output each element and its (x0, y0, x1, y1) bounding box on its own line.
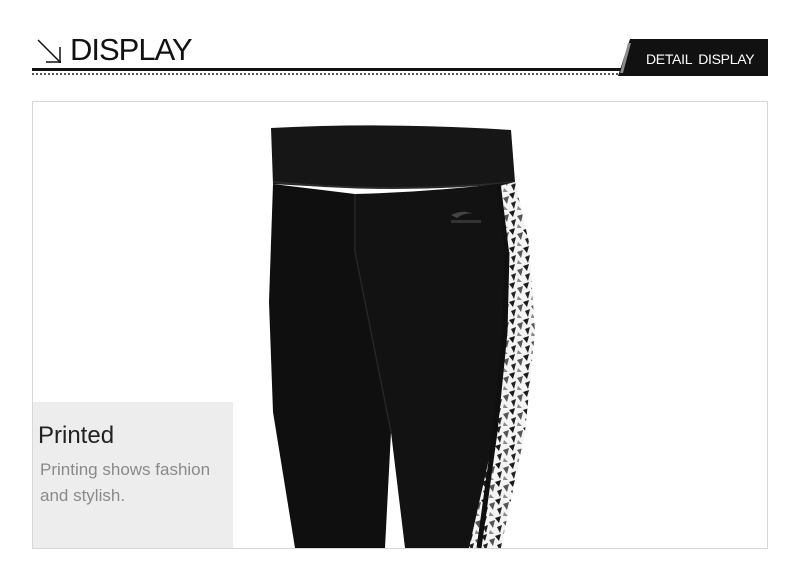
header-dotted-divider (32, 73, 618, 75)
feature-title: Printed (38, 422, 115, 449)
section-title: DISPLAY (70, 32, 193, 67)
feature-description-line: and stylish. (40, 486, 126, 505)
feature-description: Printing shows fashion and stylish. (40, 457, 240, 509)
section-header: DISPLAY DETAIL DISPLAY (0, 0, 800, 90)
diagonal-arrow-icon (37, 39, 61, 63)
detail-display-label: DETAIL DISPLAY (646, 51, 755, 67)
feature-description-line: Printing shows fashion (40, 460, 211, 479)
feature-callout: Printed Printing shows fashion and styli… (33, 402, 233, 548)
detail-display-tab: DETAIL DISPLAY (618, 39, 768, 76)
product-panel: Printed Printing shows fashion and styli… (32, 101, 768, 549)
